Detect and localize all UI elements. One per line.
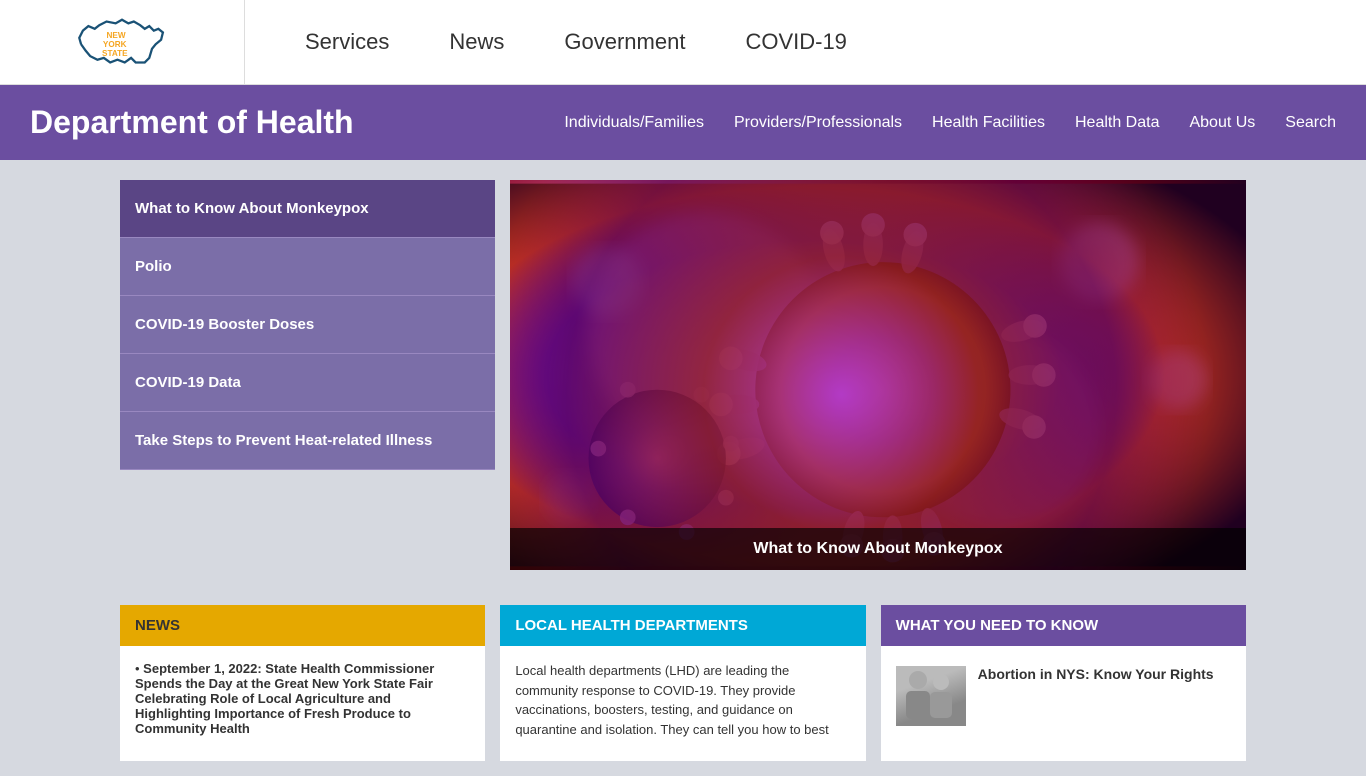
know-item[interactable]: Abortion in NYS: Know Your Rights — [896, 666, 1231, 726]
nav-providers-professionals[interactable]: Providers/Professionals — [734, 114, 902, 132]
sidebar-link-covid-data[interactable]: COVID-19 Data — [120, 354, 495, 412]
nav-health-facilities[interactable]: Health Facilities — [932, 114, 1045, 132]
sidebar-link-covid-booster[interactable]: COVID-19 Booster Doses — [120, 296, 495, 354]
sidebar-links: What to Know About Monkeypox Polio COVID… — [120, 180, 495, 570]
svg-text:NEW: NEW — [107, 31, 126, 40]
know-section: WHAT YOU NEED TO KNOW Abortion in NYS: K… — [881, 605, 1246, 761]
hero-area: What to Know About Monkeypox — [510, 180, 1246, 570]
nav-government[interactable]: Government — [564, 29, 685, 55]
know-item-text: Abortion in NYS: Know Your Rights — [978, 666, 1214, 682]
lhd-section: LOCAL HEALTH DEPARTMENTS Local health de… — [500, 605, 865, 761]
nav-about-us[interactable]: About Us — [1189, 114, 1255, 132]
sidebar-link-monkeypox[interactable]: What to Know About Monkeypox — [120, 180, 495, 238]
lhd-section-body: Local health departments (LHD) are leadi… — [500, 646, 865, 754]
news-item[interactable]: September 1, 2022: State Health Commissi… — [135, 661, 470, 736]
svg-text:STATE: STATE — [102, 49, 128, 58]
logo-area: NEW YORK STATE — [0, 0, 245, 84]
news-section-body: September 1, 2022: State Health Commissi… — [120, 646, 485, 761]
know-section-body: Abortion in NYS: Know Your Rights — [881, 646, 1246, 741]
top-navigation: NEW YORK STATE Services News Government … — [0, 0, 1366, 85]
lhd-section-header: LOCAL HEALTH DEPARTMENTS — [500, 605, 865, 646]
main-content: What to Know About Monkeypox Polio COVID… — [0, 160, 1366, 590]
sidebar-link-polio[interactable]: Polio — [120, 238, 495, 296]
news-item-text: September 1, 2022: State Health Commissi… — [135, 661, 434, 736]
hero-svg — [510, 180, 1246, 570]
news-section-header: NEWS — [120, 605, 485, 646]
hero-image — [510, 180, 1246, 570]
nav-health-data[interactable]: Health Data — [1075, 114, 1160, 132]
dept-title: Department of Health — [30, 104, 354, 141]
nav-news[interactable]: News — [449, 29, 504, 55]
svg-text:YORK: YORK — [103, 40, 127, 49]
nav-search[interactable]: Search — [1285, 114, 1336, 132]
dept-nav: Individuals/Families Providers/Professio… — [564, 114, 1336, 132]
nav-covid19[interactable]: COVID-19 — [745, 29, 846, 55]
sidebar-link-heat[interactable]: Take Steps to Prevent Heat-related Illne… — [120, 412, 495, 470]
know-thumbnail — [896, 666, 966, 726]
know-thumbnail-image — [896, 666, 966, 726]
nav-services[interactable]: Services — [305, 29, 389, 55]
news-section: NEWS September 1, 2022: State Health Com… — [120, 605, 485, 761]
dept-header: Department of Health Individuals/Familie… — [0, 85, 1366, 160]
bottom-sections: NEWS September 1, 2022: State Health Com… — [0, 590, 1366, 776]
nys-logo[interactable]: NEW YORK STATE — [72, 12, 172, 72]
hero-caption: What to Know About Monkeypox — [510, 528, 1246, 570]
top-nav-links: Services News Government COVID-19 — [245, 29, 847, 55]
lhd-section-text: Local health departments (LHD) are leadi… — [515, 661, 850, 739]
nav-individuals-families[interactable]: Individuals/Families — [564, 114, 704, 132]
know-section-header: WHAT YOU NEED TO KNOW — [881, 605, 1246, 646]
